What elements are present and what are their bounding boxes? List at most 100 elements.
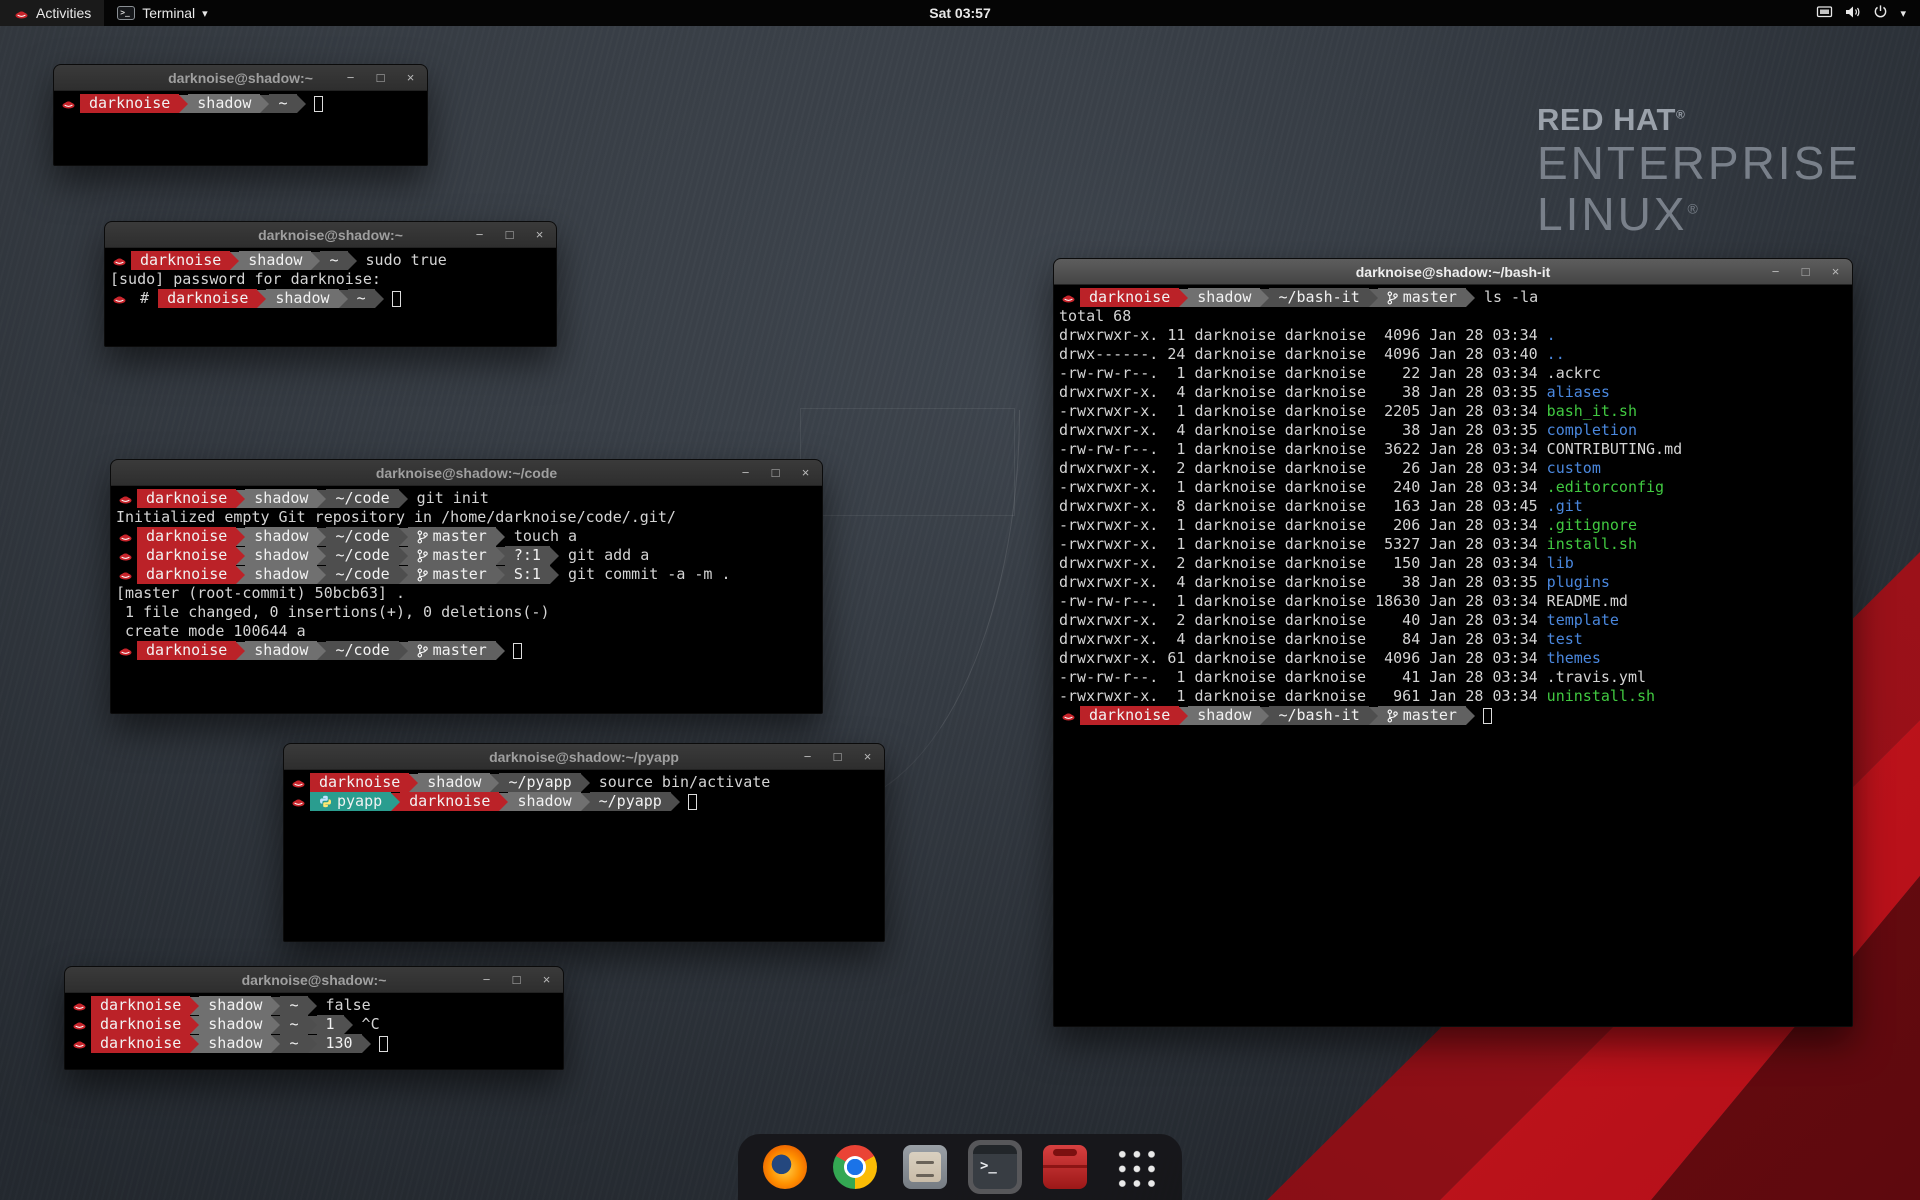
prompt-segment: shadow	[245, 641, 317, 660]
powerline-separator	[190, 997, 199, 1015]
terminal-content[interactable]: darknoiseshadow~	[54, 91, 427, 116]
python-segment: pyapp	[310, 792, 391, 811]
terminal-text: custom	[1547, 459, 1601, 478]
minimize-button[interactable]: −	[1768, 264, 1783, 279]
prompt-segment: 130	[317, 1034, 362, 1053]
close-button[interactable]: ×	[539, 972, 554, 987]
minimize-button[interactable]: −	[472, 227, 487, 242]
appgrid-icon	[1113, 1145, 1157, 1189]
minimize-button[interactable]: −	[343, 70, 358, 85]
app-menu-terminal[interactable]: Terminal ▾	[104, 0, 220, 26]
maximize-button[interactable]: □	[509, 972, 524, 987]
minimize-button[interactable]: −	[479, 972, 494, 987]
terminal-text: drwxrwxr-x. 11 darknoise darknoise 4096 …	[1059, 326, 1547, 345]
maximize-button[interactable]: □	[768, 465, 783, 480]
maximize-button[interactable]: □	[502, 227, 517, 242]
terminal-window-pyapp[interactable]: darknoise@shadow:~/pyapp −□ × darknoiseshad…	[283, 743, 885, 942]
prompt-segment: ~/code	[326, 565, 398, 584]
powerline-separator	[581, 774, 590, 792]
os-logo-icon	[71, 1000, 87, 1011]
close-button[interactable]: ×	[1828, 264, 1843, 279]
powerline-separator	[348, 252, 357, 270]
dock-item-files[interactable]	[898, 1140, 952, 1194]
maximize-button[interactable]: □	[830, 749, 845, 764]
close-button[interactable]: ×	[798, 465, 813, 480]
close-button[interactable]: ×	[860, 749, 875, 764]
dock-item-appgrid[interactable]	[1108, 1140, 1162, 1194]
terminal-window-code[interactable]: darknoise@shadow:~/code−□×darknoiseshado…	[110, 459, 823, 714]
powerline-separator	[190, 1035, 199, 1053]
os-logo-icon	[71, 1019, 87, 1030]
powerline-separator	[1369, 707, 1378, 725]
powerline-separator	[317, 547, 326, 565]
terminal-text: drwxrwxr-x. 8 darknoise darknoise 163 Ja…	[1059, 497, 1547, 516]
prompt-segment: shadow	[508, 792, 580, 811]
terminal-text: README.md	[1547, 592, 1628, 611]
dock-item-toolbox[interactable]	[1038, 1140, 1092, 1194]
close-button[interactable]: ×	[403, 70, 418, 85]
dock-item-chrome[interactable]	[828, 1140, 882, 1194]
powerline-separator	[236, 547, 245, 565]
powerline-separator	[230, 252, 239, 270]
dock-item-terminal[interactable]	[968, 1140, 1022, 1194]
terminal-icon	[973, 1145, 1017, 1189]
minimize-button[interactable]: −	[800, 749, 815, 764]
close-button[interactable]: ×	[532, 227, 547, 242]
minimize-button[interactable]: −	[738, 465, 753, 480]
powerline-separator	[671, 793, 680, 811]
window-titlebar[interactable]: darknoise@shadow:~−□×	[105, 222, 556, 248]
terminal-text: drwxrwxr-x. 61 darknoise darknoise 4096 …	[1059, 649, 1547, 668]
toolbox-icon	[1043, 1145, 1087, 1189]
os-logo-icon	[1060, 292, 1076, 303]
terminal-content[interactable]: darknoiseshadow~/code git initInitialize…	[111, 486, 822, 663]
terminal-text: .	[1547, 326, 1556, 345]
terminal-line: -rwxrwxr-x. 1 darknoise darknoise 5327 J…	[1059, 535, 1847, 554]
window-controls: −□ ×	[343, 65, 418, 90]
os-logo-icon	[117, 645, 133, 656]
terminal-window-sudo[interactable]: darknoise@shadow:~−□×darknoiseshadow~ su…	[104, 221, 557, 347]
terminal-content[interactable]: darknoiseshadow~ falsedarknoiseshadow~1 …	[65, 993, 563, 1056]
terminal-text: -rw-rw-r--. 1 darknoise darknoise 22 Jan…	[1059, 364, 1547, 383]
powerline-separator	[317, 642, 326, 660]
prompt-segment: 1	[317, 1015, 344, 1034]
window-titlebar[interactable]: darknoise@shadow:~/code−□×	[111, 460, 822, 486]
os-logo-icon	[290, 796, 306, 807]
terminal-window-home-2[interactable]: darknoise@shadow:~−□×darknoiseshadow~ fa…	[64, 966, 564, 1070]
prompt-segment: shadow	[1188, 706, 1260, 725]
terminal-content[interactable]: darknoiseshadow~/pyapp source bin/activa…	[284, 770, 884, 814]
window-titlebar[interactable]: darknoise@shadow:~−□×	[54, 65, 427, 91]
prompt-segment: shadow	[199, 996, 271, 1015]
terminal-text: touch a	[505, 527, 577, 546]
dock-item-firefox[interactable]	[758, 1140, 812, 1194]
system-status-area[interactable]: ▾	[1802, 0, 1920, 26]
clock[interactable]: Sat 03:57	[929, 0, 990, 26]
powerline-separator	[496, 566, 505, 584]
prompt-segment: darknoise	[137, 641, 236, 660]
os-logo-icon	[111, 293, 127, 304]
terminal-content[interactable]: darknoiseshadow~ sudo true[sudo] passwor…	[105, 248, 556, 311]
activities-label: Activities	[36, 5, 91, 21]
terminal-text: template	[1547, 611, 1619, 630]
terminal-window-bash-it[interactable]: darknoise@shadow:~/bash-it−□×darknoisesh…	[1053, 258, 1853, 1027]
terminal-window-home-1[interactable]: darknoise@shadow:~−□×darknoiseshadow~	[53, 64, 428, 166]
maximize-button[interactable]: □	[1798, 264, 1813, 279]
window-titlebar[interactable]: darknoise@shadow:~/bash-it−□×	[1054, 259, 1852, 285]
terminal-line: darknoiseshadow~/bash-itmaster	[1059, 706, 1847, 725]
prompt-segment: shadow	[245, 565, 317, 584]
powerline-separator	[375, 290, 384, 308]
activities-button[interactable]: Activities	[0, 0, 104, 26]
terminal-text: [master (root-commit) 50bcb63] .	[116, 584, 405, 603]
terminal-line: drwxrwxr-x. 61 darknoise darknoise 4096 …	[1059, 649, 1847, 668]
prompt-segment: darknoise	[137, 527, 236, 546]
window-title: darknoise@shadow:~/pyapp	[489, 749, 679, 765]
maximize-button[interactable]: □	[373, 70, 388, 85]
power-icon	[1873, 4, 1888, 22]
terminal-line: darknoiseshadow~1 ^C	[70, 1015, 558, 1034]
window-titlebar[interactable]: darknoise@shadow:~−□×	[65, 967, 563, 993]
terminal-line: Initialized empty Git repository in /hom…	[116, 508, 817, 527]
prompt-segment: darknoise	[91, 1034, 190, 1053]
window-controls: −□ ×	[738, 460, 813, 485]
terminal-text: .git	[1547, 497, 1583, 516]
terminal-content[interactable]: darknoiseshadow~/bash-itmaster ls -latot…	[1054, 285, 1852, 728]
window-titlebar[interactable]: darknoise@shadow:~/pyapp −□ ×	[284, 744, 884, 770]
